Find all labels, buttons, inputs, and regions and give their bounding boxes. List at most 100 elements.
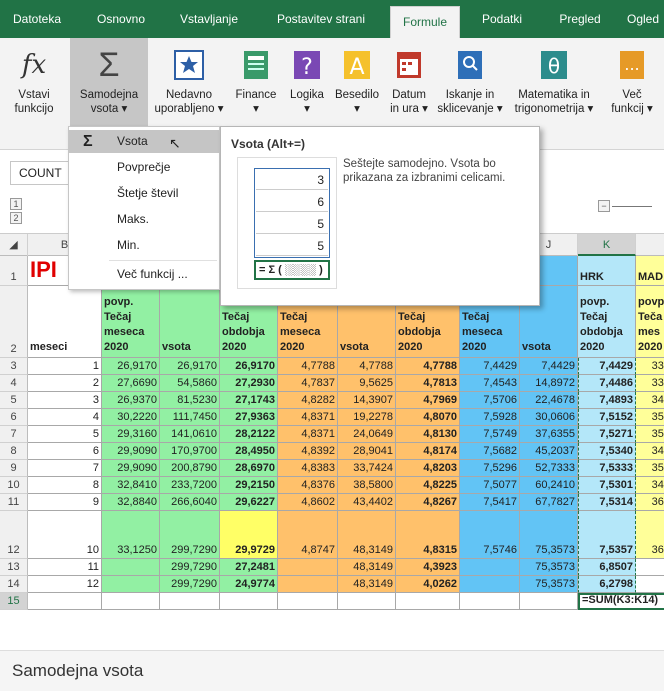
cell-l7[interactable]: 350,: [636, 426, 664, 443]
menu-item-count-numbers[interactable]: Štetje števil: [69, 182, 219, 205]
cell-g3[interactable]: 4,7788: [338, 358, 396, 375]
cell-j10[interactable]: 60,2410: [520, 477, 578, 494]
column-label[interactable]: povp Teča mes 2020: [636, 286, 664, 358]
row-header[interactable]: 3: [0, 358, 28, 375]
cell-k12[interactable]: 7,5357: [578, 511, 636, 559]
cell-i4[interactable]: 7,4543: [460, 375, 520, 392]
cell-j12[interactable]: 75,3573: [520, 511, 578, 559]
cell-c7[interactable]: 29,3160: [102, 426, 160, 443]
cell-b15[interactable]: [28, 593, 102, 610]
cell-h11[interactable]: 4,8267: [396, 494, 460, 511]
cell-j3[interactable]: 7,4429: [520, 358, 578, 375]
cell-f8[interactable]: 4,8392: [278, 443, 338, 460]
cell-b4[interactable]: 2: [28, 375, 102, 392]
cell-c9[interactable]: 29,9090: [102, 460, 160, 477]
cell-b9[interactable]: 7: [28, 460, 102, 477]
cell-h9[interactable]: 4,8203: [396, 460, 460, 477]
cell-e12[interactable]: 29,9729: [220, 511, 278, 559]
cell-h15[interactable]: [396, 593, 460, 610]
cell-j13[interactable]: 75,3573: [520, 559, 578, 576]
row-header[interactable]: 15: [0, 593, 28, 610]
cell-j7[interactable]: 37,6355: [520, 426, 578, 443]
cell-k5[interactable]: 7,4893: [578, 392, 636, 409]
worksheet-grid[interactable]: 1 IPI HRK MAD 2 meseci povp. Tečaj meseca 2020…: [0, 256, 664, 650]
cell-k4[interactable]: 7,4486: [578, 375, 636, 392]
cell-k10[interactable]: 7,5301: [578, 477, 636, 494]
cell-c13[interactable]: [102, 559, 160, 576]
cell-i12[interactable]: 7,5746: [460, 511, 520, 559]
cell-k1[interactable]: HRK: [578, 256, 636, 286]
cell-e11[interactable]: 29,6227: [220, 494, 278, 511]
tab-formulas[interactable]: Formule: [390, 6, 460, 38]
row-header[interactable]: 11: [0, 494, 28, 511]
cell-d7[interactable]: 141,0610: [160, 426, 220, 443]
insert-function-button[interactable]: fx Vstavi funkcijo: [2, 38, 66, 142]
cell-f4[interactable]: 4,7837: [278, 375, 338, 392]
cell-g8[interactable]: 28,9041: [338, 443, 396, 460]
cell-l8[interactable]: 347,: [636, 443, 664, 460]
cell-j6[interactable]: 30,0606: [520, 409, 578, 426]
cell-h6[interactable]: 4,8070: [396, 409, 460, 426]
cell-l4[interactable]: 337,: [636, 375, 664, 392]
cell-l14[interactable]: [636, 576, 664, 593]
cell-e9[interactable]: 28,6970: [220, 460, 278, 477]
cell-i5[interactable]: 7,5706: [460, 392, 520, 409]
outline-level-2[interactable]: 2: [10, 212, 22, 224]
cell-g6[interactable]: 19,2278: [338, 409, 396, 426]
cell-c11[interactable]: 32,8840: [102, 494, 160, 511]
cell-d8[interactable]: 170,9700: [160, 443, 220, 460]
tab-data[interactable]: Podatki: [470, 0, 534, 38]
cell-h8[interactable]: 4,8174: [396, 443, 460, 460]
cell-b12[interactable]: 10: [28, 511, 102, 559]
cell-b3[interactable]: 1: [28, 358, 102, 375]
cell-h13[interactable]: 4,3923: [396, 559, 460, 576]
cell-k14[interactable]: 6,2798: [578, 576, 636, 593]
tab-file[interactable]: Datoteka: [2, 0, 72, 38]
tab-page-layout[interactable]: Postavitev strani: [262, 0, 380, 38]
cell-i8[interactable]: 7,5682: [460, 443, 520, 460]
cell-f3[interactable]: 4,7788: [278, 358, 338, 375]
cell-e13[interactable]: 27,2481: [220, 559, 278, 576]
cell-d3[interactable]: 26,9170: [160, 358, 220, 375]
cell-d6[interactable]: 111,7450: [160, 409, 220, 426]
tab-review[interactable]: Pregled: [546, 0, 614, 38]
row-header[interactable]: 1: [0, 256, 28, 286]
cell-k11[interactable]: 7,5314: [578, 494, 636, 511]
cell-g9[interactable]: 33,7424: [338, 460, 396, 477]
cell-j9[interactable]: 52,7333: [520, 460, 578, 477]
cell-f14[interactable]: [278, 576, 338, 593]
cell-d12[interactable]: 299,7290: [160, 511, 220, 559]
cell-k6[interactable]: 7,5152: [578, 409, 636, 426]
cell-e6[interactable]: 27,9363: [220, 409, 278, 426]
cell-d15[interactable]: [160, 593, 220, 610]
cell-g10[interactable]: 38,5800: [338, 477, 396, 494]
tab-home[interactable]: Osnovno: [88, 0, 154, 38]
row-header[interactable]: 14: [0, 576, 28, 593]
cell-f11[interactable]: 4,8602: [278, 494, 338, 511]
select-all-corner[interactable]: ◢: [0, 234, 28, 256]
cell-c4[interactable]: 27,6690: [102, 375, 160, 392]
cell-f7[interactable]: 4,8371: [278, 426, 338, 443]
row-header[interactable]: 10: [0, 477, 28, 494]
menu-item-min[interactable]: Min.: [69, 234, 219, 257]
cell-c5[interactable]: 26,9370: [102, 392, 160, 409]
cell-d11[interactable]: 266,6040: [160, 494, 220, 511]
cell-e5[interactable]: 27,1743: [220, 392, 278, 409]
cell-k7[interactable]: 7,5271: [578, 426, 636, 443]
cell-e3[interactable]: 26,9170: [220, 358, 278, 375]
cell-c6[interactable]: 30,2220: [102, 409, 160, 426]
cell-h10[interactable]: 4,8225: [396, 477, 460, 494]
cell-h14[interactable]: 4,0262: [396, 576, 460, 593]
cell-e14[interactable]: 24,9774: [220, 576, 278, 593]
cell-j5[interactable]: 22,4678: [520, 392, 578, 409]
column-label[interactable]: povp. Tečaj obdobja 2020: [578, 286, 636, 358]
more-functions-button[interactable]: ... Več funkcij ▾: [604, 38, 660, 142]
menu-item-average[interactable]: Povprečje: [69, 156, 219, 179]
cell-g14[interactable]: 48,3149: [338, 576, 396, 593]
row-header[interactable]: 8: [0, 443, 28, 460]
cell-h4[interactable]: 4,7813: [396, 375, 460, 392]
outline-level-1[interactable]: 1: [10, 198, 22, 210]
cell-d4[interactable]: 54,5860: [160, 375, 220, 392]
cell-j15[interactable]: [520, 593, 578, 610]
cell-k8[interactable]: 7,5340: [578, 443, 636, 460]
